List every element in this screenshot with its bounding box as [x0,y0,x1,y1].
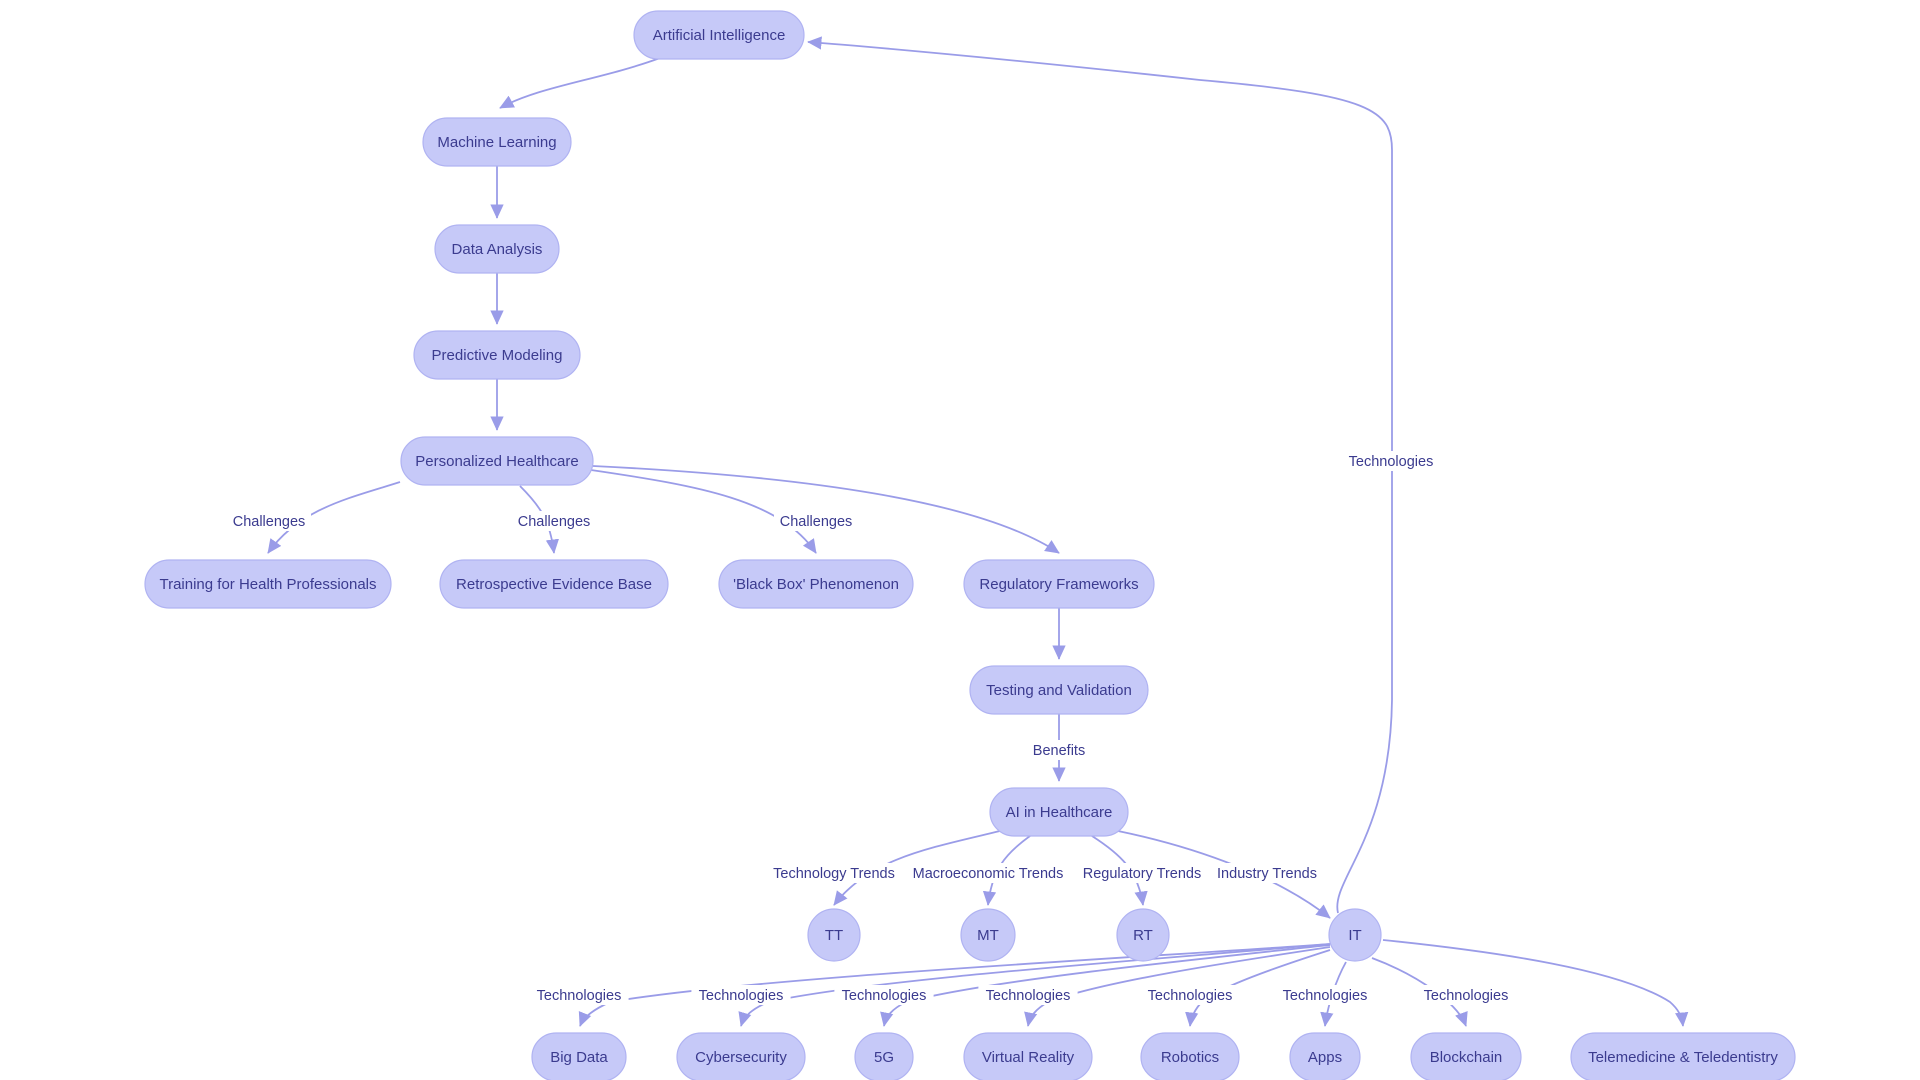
edge-label-text: Technologies [1148,988,1233,1004]
node-label-vr: Virtual Reality [982,1049,1075,1066]
node-label-cyber: Cybersecurity [695,1049,787,1066]
node-cyber[interactable]: Cybersecurity [676,1032,806,1080]
node-robotics[interactable]: Robotics [1140,1032,1240,1080]
node-label-it: IT [1348,927,1361,944]
edge-label-text: Challenges [780,514,853,530]
node-ai[interactable]: Artificial Intelligence [633,10,805,60]
edge-ai-to-ml [499,57,661,109]
node-vr[interactable]: Virtual Reality [963,1032,1093,1080]
edge-label-text: Regulatory Trends [1083,866,1201,882]
edge-label-tv-aih: Benefits [1024,740,1094,760]
node-da[interactable]: Data Analysis [434,224,560,274]
node-rf[interactable]: Regulatory Frameworks [963,559,1155,609]
flowchart-canvas: Challenges Challenges Challenges Benefits Te… [0,0,1920,1080]
node-layer: Artificial Intelligence Machine Learning D… [144,10,1796,1080]
edge-label-it-robotics: Technologies [1140,985,1240,1005]
edge-label-ph-bbp: Challenges [774,511,858,531]
node-label-reb: Retrospective Evidence Base [456,576,652,593]
edge-label-it-cyber: Technologies [691,985,791,1005]
node-label-robotics: Robotics [1161,1049,1219,1066]
node-label-tv: Testing and Validation [986,682,1132,699]
edge-label-aih-mt: Macroeconomic Trends [908,863,1068,883]
edge-label-aih-it: Industry Trends [1206,863,1328,883]
node-ml[interactable]: Machine Learning [422,117,572,167]
flowchart-svg: Challenges Challenges Challenges Benefits Te… [144,10,1796,1080]
node-label-bigdata: Big Data [550,1049,608,1066]
node-label-apps: Apps [1308,1049,1342,1066]
edge-label-aih-tt: Technology Trends [765,863,903,883]
node-label-rf: Regulatory Frameworks [979,576,1138,593]
edge-label-text: Technologies [537,988,622,1004]
node-blockchain[interactable]: Blockchain [1410,1032,1522,1080]
node-apps[interactable]: Apps [1289,1032,1361,1080]
edge-label-it-vr: Technologies [978,985,1078,1005]
edge-label-text: Technologies [1283,988,1368,1004]
node-aih[interactable]: AI in Healthcare [989,787,1129,837]
node-label-pm: Predictive Modeling [432,347,563,364]
node-label-rt: RT [1133,927,1153,944]
edge-label-it-apps: Technologies [1275,985,1375,1005]
edge-label-it-fiveg: Technologies [834,985,934,1005]
edge-label-text: Technologies [699,988,784,1004]
node-thp[interactable]: Training for Health Professionals [144,559,392,609]
edge-label-text: Technologies [1349,454,1434,470]
edge-it-to-ai [807,36,1393,914]
node-label-tt: TT [825,927,843,944]
node-label-aih: AI in Healthcare [1006,804,1113,821]
edge-label-layer: Challenges Challenges Challenges Benefits Te… [227,451,1516,1005]
node-label-bbp: 'Black Box' Phenomenon [733,576,899,593]
edge-label-text: Benefits [1033,743,1085,759]
edge-label-it-ai: Technologies [1341,451,1441,471]
edge-label-text: Challenges [518,514,591,530]
node-ph[interactable]: Personalized Healthcare [400,436,594,486]
edge-label-it-blockchain: Technologies [1416,985,1516,1005]
edge-label-text: Technologies [1424,988,1509,1004]
edge-ph-to-rf [592,465,1060,554]
node-label-mt: MT [977,927,999,944]
edge-label-text: Technologies [842,988,927,1004]
node-label-thp: Training for Health Professionals [159,576,376,593]
node-rt[interactable]: RT [1116,908,1170,962]
node-label-fiveg: 5G [874,1049,894,1066]
edge-label-text: Industry Trends [1217,866,1317,882]
node-label-da: Data Analysis [452,241,543,258]
edge-label-text: Technologies [986,988,1071,1004]
node-reb[interactable]: Retrospective Evidence Base [439,559,669,609]
node-it[interactable]: IT [1328,908,1382,962]
edge-label-text: Challenges [233,514,306,530]
node-tele[interactable]: Telemedicine & Teledentistry [1570,1032,1796,1080]
edge-label-it-bigdata: Technologies [529,985,629,1005]
edge-label-aih-rt: Regulatory Trends [1073,863,1211,883]
edge-it-to-tele [1382,939,1689,1027]
edge-label-ph-reb: Challenges [512,511,596,531]
node-label-ml: Machine Learning [437,134,556,151]
node-tt[interactable]: TT [807,908,861,962]
node-label-ph: Personalized Healthcare [415,453,578,470]
node-pm[interactable]: Predictive Modeling [413,330,581,380]
node-mt[interactable]: MT [960,908,1016,962]
node-bigdata[interactable]: Big Data [531,1032,627,1080]
edge-label-ph-thp: Challenges [227,511,311,531]
edge-label-text: Technology Trends [773,866,895,882]
node-bbp[interactable]: 'Black Box' Phenomenon [718,559,914,609]
node-label-ai: Artificial Intelligence [653,27,786,44]
node-fiveg[interactable]: 5G [854,1032,914,1080]
edge-label-text: Macroeconomic Trends [913,866,1064,882]
node-tv[interactable]: Testing and Validation [969,665,1149,715]
node-label-blockchain: Blockchain [1430,1049,1503,1066]
node-label-tele: Telemedicine & Teledentistry [1588,1049,1778,1066]
